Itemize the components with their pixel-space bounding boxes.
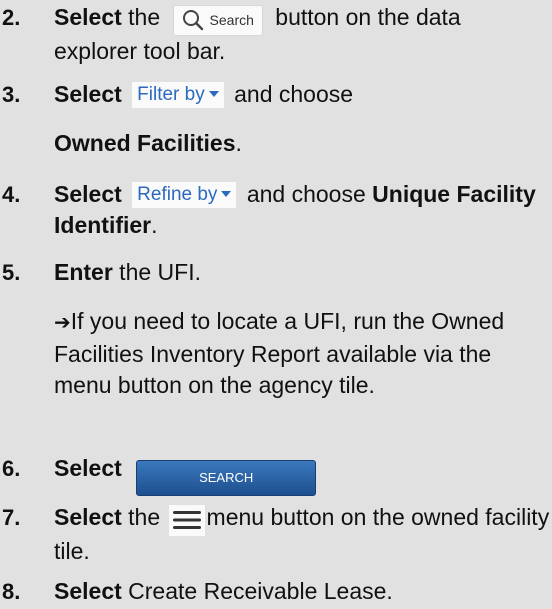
search-icon — [182, 10, 203, 31]
step-text-mid: and choose — [246, 181, 366, 207]
step-verb: Enter — [54, 259, 113, 285]
step-number: 2. — [2, 5, 21, 30]
step-number: 3. — [2, 82, 21, 107]
step-text-mid: and choose — [234, 81, 354, 107]
filter-by-label: Filter by — [137, 84, 205, 105]
step-text-pre: the — [121, 4, 161, 30]
step-verb: Select — [54, 4, 122, 30]
step-number: 4. — [2, 182, 21, 207]
caret-down-icon — [221, 191, 232, 197]
step-verb: Select — [54, 81, 122, 107]
step-text: Select the Search button on the data exp… — [54, 2, 550, 67]
step-5-note: ➔If you need to locate a UFI, run the Ow… — [54, 306, 550, 401]
hamburger-menu-icon[interactable] — [168, 504, 205, 536]
step-verb: Select — [54, 181, 122, 207]
search-action-button[interactable]: SEARCH — [136, 459, 317, 496]
step-text: Select the menu button on the owned faci… — [54, 502, 550, 567]
instruction-page: 2. Select the Search button on the data … — [0, 0, 552, 609]
step-end: . — [235, 130, 242, 156]
step-end: . — [151, 212, 158, 238]
search-toolbar-button[interactable]: Search — [172, 4, 263, 36]
step-text: Select Create Receivable Lease. — [54, 576, 550, 607]
step-verb: Select — [54, 455, 122, 481]
search-button-label: Search — [209, 11, 254, 28]
right-arrow-icon: ➔ — [54, 312, 71, 334]
step-number: 5. — [2, 260, 21, 285]
note-text: If you need to locate a UFI, run the Own… — [54, 308, 505, 398]
step-3-choice: Owned Facilities. — [54, 128, 550, 159]
step-verb: Select — [54, 578, 122, 604]
step-text: Select Refine by and choose Unique Facil… — [54, 179, 550, 241]
step-number: 8. — [2, 579, 21, 604]
step-text: Select Filter by and choose — [54, 79, 550, 110]
refine-by-dropdown[interactable]: Refine by — [132, 182, 237, 208]
step-text: Enter the UFI. — [54, 257, 550, 288]
step-text-rest: Create Receivable Lease. — [121, 578, 393, 604]
step-verb: Select — [54, 504, 122, 530]
caret-down-icon — [208, 91, 219, 97]
step-text: Select SEARCH — [54, 453, 550, 496]
step-text-rest: the UFI. — [112, 259, 201, 285]
step-text-pre: the — [121, 504, 161, 530]
refine-by-label: Refine by — [137, 184, 218, 205]
filter-by-dropdown[interactable]: Filter by — [132, 82, 224, 108]
step-number: 6. — [2, 456, 21, 481]
step-choice: Owned Facilities — [54, 130, 236, 156]
step-number: 7. — [2, 505, 21, 530]
